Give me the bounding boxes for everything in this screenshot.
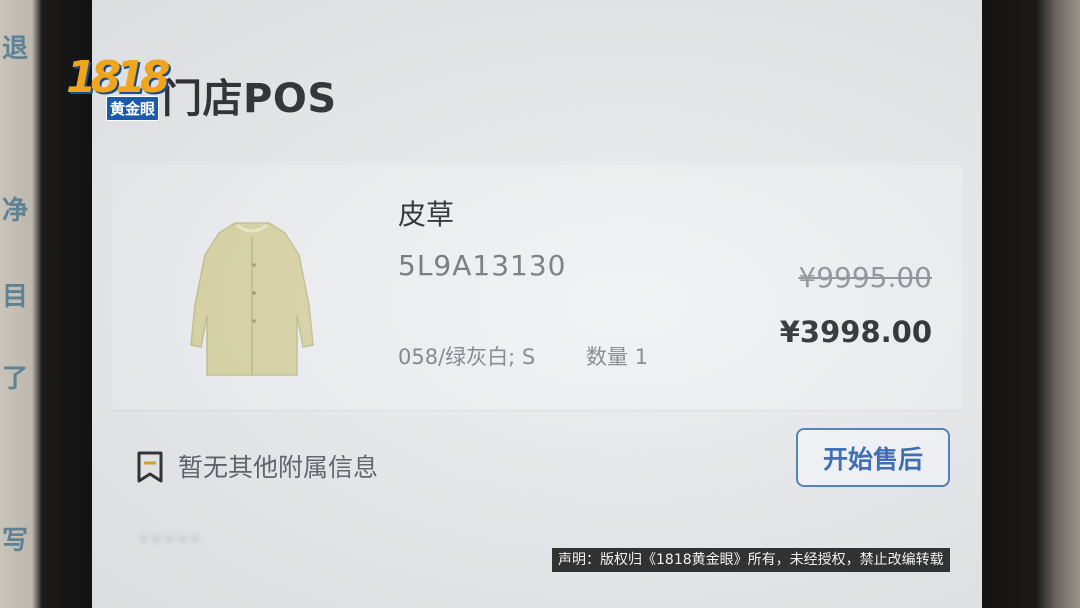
edge-glyph: 写 (2, 526, 29, 556)
logo-number: 1818 (66, 52, 170, 103)
right-bezel (976, 0, 1080, 608)
copyright-disclaimer: 声明：版权归《1818黄金眼》所有，未经授权，禁止改编转载 (552, 548, 950, 572)
divider (112, 410, 962, 411)
pos-screen: 门店POS 皮草 5L9A13130 058/绿灰白; S 数量 1 ¥9995… (92, 0, 982, 608)
station-logo: 1818 黄金眼 (66, 52, 170, 122)
sale-price: ¥3998.00 (779, 315, 932, 349)
start-aftersale-button[interactable]: 开始售后 (796, 428, 950, 487)
coat-image (190, 222, 314, 376)
edge-glyph: 净 (2, 196, 29, 226)
product-name: 皮草 (398, 198, 455, 231)
page-title: 门店POS (162, 76, 337, 122)
blurred-text: ••••• (137, 528, 202, 553)
edge-glyph: 目 (2, 282, 29, 312)
product-sku: 5L9A13130 (398, 249, 567, 282)
edge-glyph: 了 (2, 364, 29, 394)
edge-glyph: 退 (2, 34, 29, 64)
product-quantity: 数量 1 (586, 345, 649, 369)
no-extra-info-text: 暂无其他附属信息 (178, 453, 379, 482)
original-price: ¥9995.00 (798, 261, 932, 294)
product-variant: 058/绿灰白; S (398, 345, 536, 369)
logo-tag: 黄金眼 (106, 96, 160, 121)
bookmark-icon (137, 451, 163, 483)
product-card[interactable]: 皮草 5L9A13130 058/绿灰白; S 数量 1 ¥9995.00 ¥3… (112, 165, 962, 410)
